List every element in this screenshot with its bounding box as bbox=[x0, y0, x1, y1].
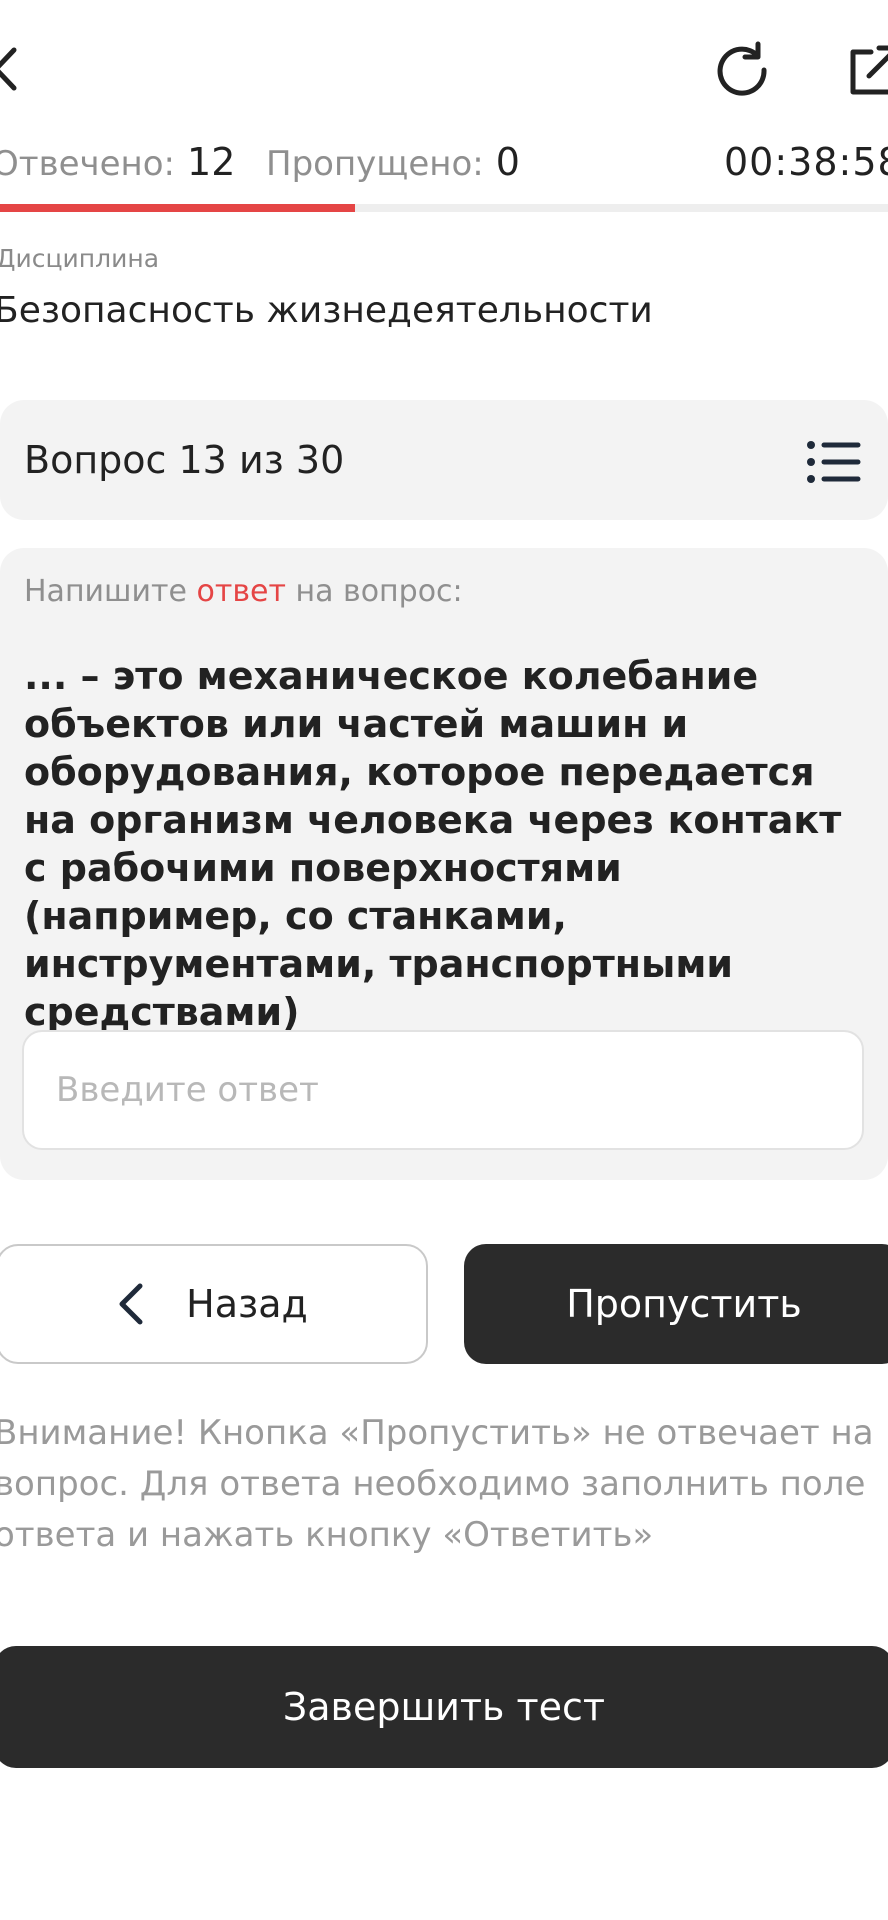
skipped-stat: Пропущено: 0 bbox=[266, 140, 520, 186]
progress-bar bbox=[0, 204, 888, 212]
list-icon[interactable] bbox=[806, 440, 862, 484]
back-chevron-icon[interactable] bbox=[0, 44, 26, 94]
instruction-text-end: на вопрос: bbox=[285, 574, 463, 609]
question-header: Вопрос 13 из 30 bbox=[0, 400, 888, 520]
back-button[interactable]: Назад bbox=[0, 1244, 428, 1364]
discipline-label: Дисциплина bbox=[0, 244, 160, 273]
skipped-count: 0 bbox=[495, 140, 520, 184]
question-card: Напишите ответ на вопрос: ... – это меха… bbox=[0, 548, 888, 1180]
refresh-icon[interactable] bbox=[712, 38, 772, 98]
discipline-value: Безопасность жизнедеятельности bbox=[0, 290, 653, 331]
instruction-text-start: Напишите bbox=[24, 574, 197, 609]
skip-button-label: Пропустить bbox=[566, 1282, 802, 1326]
instruction-accent: ответ bbox=[196, 574, 286, 609]
answer-input[interactable] bbox=[22, 1030, 864, 1150]
finish-test-label: Завершить тест bbox=[282, 1685, 606, 1729]
answered-count: 12 bbox=[187, 140, 236, 184]
question-counter: Вопрос 13 из 30 bbox=[24, 438, 345, 482]
question-text: ... – это механическое колебание объекто… bbox=[24, 654, 842, 1034]
back-button-label: Назад bbox=[186, 1282, 308, 1326]
share-icon[interactable] bbox=[845, 42, 888, 98]
answered-stat: Отвечено: 12 bbox=[0, 140, 235, 186]
skip-button[interactable]: Пропустить bbox=[464, 1244, 888, 1364]
timer: 00:38:58 bbox=[724, 140, 888, 184]
finish-test-button[interactable]: Завершить тест bbox=[0, 1646, 888, 1768]
skipped-label: Пропущено: bbox=[266, 144, 484, 184]
question-instruction: Напишите ответ на вопрос: bbox=[24, 574, 463, 609]
progress-fill bbox=[0, 204, 356, 212]
answered-label: Отвечено: bbox=[0, 144, 176, 184]
skip-notice: Внимание! Кнопка «Пропустить» не отвечае… bbox=[0, 1413, 874, 1555]
chevron-left-icon bbox=[119, 1283, 143, 1325]
